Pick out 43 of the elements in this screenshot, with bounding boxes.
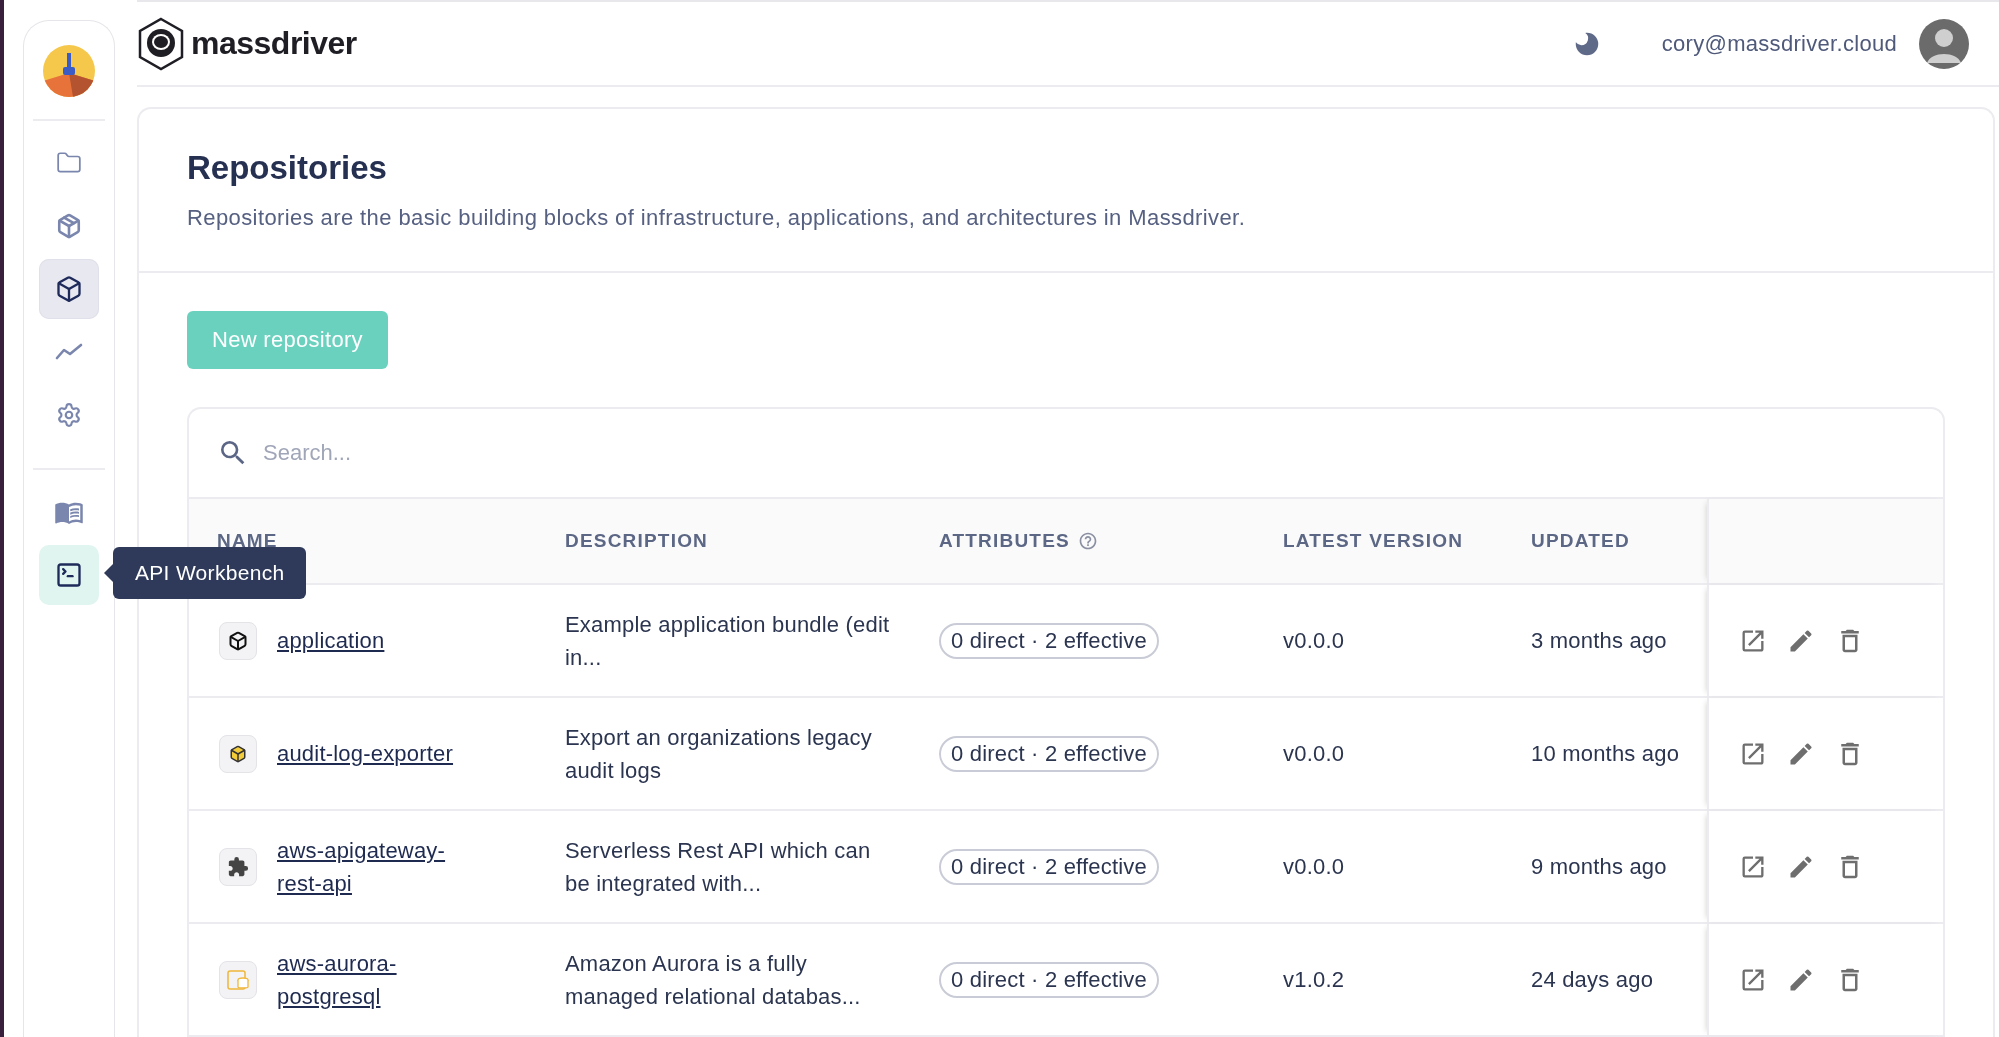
repository-link[interactable]: application — [277, 624, 467, 657]
description-cell-text: Serverless Rest API which can be integrated with... — [564, 836, 872, 898]
line-chart-icon — [54, 341, 84, 362]
description-cell-text: Amazon Aurora is a fully managed relational databas... — [564, 949, 862, 1011]
column-header: UPDATED — [1531, 530, 1630, 552]
puzzle-icon — [227, 855, 249, 878]
terminal-icon — [55, 560, 83, 589]
description-cell-text: Export an organizations legacy audit logs — [564, 723, 873, 785]
attributes-tag: 0 direct · 2 effective — [939, 622, 1159, 659]
column-header: DESCRIPTION — [565, 530, 709, 552]
updated-cell-text: 24 days ago — [1530, 966, 1655, 994]
attributes-tag: 0 direct · 2 effective — [939, 735, 1159, 772]
user-avatar[interactable] — [1919, 18, 1969, 69]
logo-icon[interactable] — [43, 45, 95, 97]
column-header: LATEST VERSION — [1283, 530, 1464, 552]
page-title: Repositories — [187, 149, 388, 187]
logo-icon[interactable] — [137, 16, 185, 71]
version-cell-text: v1.0.2 — [1282, 966, 1346, 994]
user-email: cory@massdriver.cloud — [1661, 30, 1897, 57]
version-cell-text: v0.0.0 — [1282, 740, 1346, 768]
description-cell-text: Example application bundle (edit in... — [564, 610, 891, 672]
cube-icon — [229, 744, 247, 763]
tooltip: API Workbench — [113, 546, 307, 599]
page-description: Repositories are the basic building blocks of infrastructure, applications, and architectures in Massdriver. — [187, 205, 1247, 231]
folder-icon — [56, 149, 82, 176]
version-cell-text: v0.0.0 — [1282, 627, 1346, 655]
sidebar-item[interactable] — [39, 258, 99, 319]
help-icon[interactable] — [1077, 531, 1098, 551]
version-cell-text: v0.0.0 — [1282, 853, 1346, 881]
updated-cell-text: 9 months ago — [1530, 853, 1668, 881]
brand-name: massdriver — [191, 25, 357, 62]
updated-cell-text: 10 months ago — [1530, 740, 1681, 768]
column-header: ATTRIBUTES — [939, 530, 1070, 552]
repository-link[interactable]: aws-apigateway-rest-api — [277, 833, 467, 900]
settings-icon — [56, 401, 82, 428]
attributes-tag: 0 direct · 2 effective — [939, 848, 1159, 885]
attributes-tag: 0 direct · 2 effective — [939, 961, 1159, 998]
cube-icon — [55, 274, 83, 303]
repository-link[interactable]: audit-log-exporter — [277, 737, 467, 770]
updated-cell-text: 3 months ago — [1530, 627, 1668, 655]
repository-link[interactable]: aws-aurora-postgresql — [277, 946, 467, 1013]
box-icon — [228, 630, 248, 651]
cube-icon — [56, 212, 82, 239]
